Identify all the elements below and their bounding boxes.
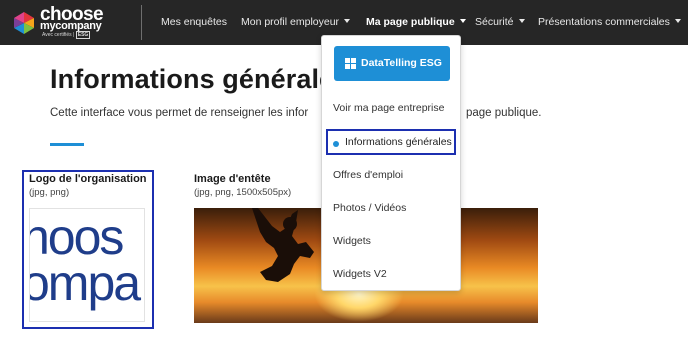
datatelling-esg-button[interactable]: DataTelling ESG (334, 46, 450, 81)
nav-item-presentations-commerciales[interactable]: Présentations commerciales (538, 15, 681, 29)
header-image-field-hint: (jpg, png, 1500x505px) (194, 187, 292, 198)
menu-item-photos-videos[interactable]: Photos / Vidéos (333, 202, 406, 214)
nav-item-label: Mes enquêtes (161, 16, 227, 28)
brand-name-bottom: mycompany (40, 20, 102, 32)
chevron-down-icon (674, 19, 681, 23)
datatelling-esg-label: DataTelling ESG (361, 57, 442, 69)
nav-divider (141, 5, 142, 40)
header-image-field-label: Image d'entête (194, 173, 271, 185)
menu-item-widgets[interactable]: Widgets (333, 235, 371, 247)
menu-item-voir-ma-page-entreprise[interactable]: Voir ma page entreprise (333, 102, 444, 114)
ma-page-publique-dropdown: DataTelling ESG Voir ma page entreprise … (321, 35, 461, 291)
brand-tagline-text: Avec certifiés | (42, 32, 75, 38)
page-title: Informations générales (50, 64, 350, 94)
nav-item-label: Mon profil employeur (241, 16, 340, 28)
chevron-down-icon (518, 19, 525, 23)
chevron-down-icon (344, 19, 351, 23)
title-underline (50, 143, 84, 146)
logo-field-highlight (22, 170, 154, 329)
menu-item-highlight (326, 129, 456, 155)
nav-item-label: Ma page publique (366, 16, 455, 28)
brand-mark-icon (14, 12, 34, 34)
nav-item-label: Présentations commerciales (538, 16, 670, 28)
nav-item-securite[interactable]: Sécurité (475, 15, 525, 29)
choosemycompany-logo[interactable]: choose mycompany Avec certifiés | ESG (12, 5, 124, 39)
nav-item-label: Sécurité (475, 16, 514, 28)
page-intro-text-end: page publique. (466, 107, 542, 119)
nav-item-ma-page-publique[interactable]: Ma page publique (366, 15, 466, 29)
brand-tagline: Avec certifiés | ESG (42, 31, 91, 39)
brand-tagline-badge: ESG (75, 31, 91, 39)
nav-item-mes-enquetes[interactable]: Mes enquêtes (161, 15, 227, 29)
menu-item-offres-d-emploi[interactable]: Offres d'emploi (333, 169, 403, 181)
nav-item-mon-profil-employeur[interactable]: Mon profil employeur (241, 15, 351, 29)
grid-icon (345, 58, 356, 69)
page-intro-text: Cette interface vous permet de renseigne… (50, 107, 309, 119)
chevron-down-icon (459, 19, 466, 23)
menu-item-widgets-v2[interactable]: Widgets V2 (333, 268, 387, 280)
